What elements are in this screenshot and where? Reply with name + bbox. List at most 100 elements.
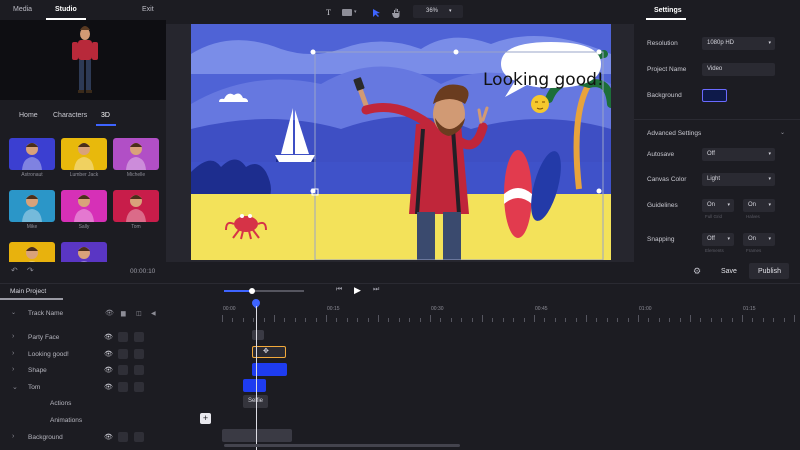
canvas-color-select[interactable]: Light ▾ (702, 173, 775, 186)
ruler-tick-mark (690, 315, 691, 322)
ruler-tick-mark (305, 318, 307, 322)
time-ruler[interactable]: 00:00 00:15 00:30 00:45 01:00 01:15 (222, 306, 795, 326)
track-expand-chevron-icon[interactable]: › (12, 433, 14, 440)
autosave-select[interactable]: Off ▾ (702, 148, 775, 161)
track-name[interactable]: Tom (28, 384, 40, 391)
character-card[interactable] (113, 190, 159, 222)
lock-icon[interactable]: ▆ (121, 310, 126, 317)
ruler-tick-mark (232, 318, 234, 322)
move-handle-icon[interactable]: ✥ (263, 347, 269, 355)
exit-button[interactable]: Exit (142, 6, 154, 13)
looking-good-clip[interactable]: ✥ (252, 346, 286, 358)
redo-icon[interactable]: ↷ (27, 266, 34, 275)
timeline-panel: ↶ ↷ 00:00:10 ⚙ Save Publish Main Project… (0, 262, 800, 450)
audio-icon[interactable]: ◀ (151, 310, 156, 317)
party-face-clip[interactable] (252, 330, 264, 340)
chevron-down-icon: ▾ (768, 202, 771, 208)
track-name[interactable]: Shape (28, 367, 47, 374)
hand-tool-icon[interactable] (392, 8, 401, 18)
collapse-all-chevron-icon[interactable]: ⌄ (11, 309, 16, 316)
tab-studio[interactable]: Studio (55, 6, 77, 13)
project-name-input[interactable]: Video (702, 63, 775, 76)
track-visibility-eye-icon[interactable]: 👁 (104, 383, 113, 391)
track-name[interactable]: Actions (50, 400, 71, 407)
background-clip[interactable] (222, 429, 292, 442)
play-icon[interactable]: ▶ (354, 285, 361, 296)
shape-clip[interactable] (252, 363, 287, 376)
canvas-toolbar: T ▾ 36% ▾ (166, 0, 634, 24)
resolution-select[interactable]: 1080p HD ▾ (702, 37, 775, 50)
guidelines-grid-select[interactable]: On ▾ (702, 199, 734, 212)
scene-canvas[interactable]: Looking good! (191, 24, 611, 260)
select-cursor-icon[interactable] (372, 8, 381, 18)
track-name[interactable]: Party Face (28, 334, 59, 341)
track-expand-chevron-icon[interactable]: › (12, 350, 14, 357)
character-card[interactable] (9, 138, 55, 170)
track-toggle-box[interactable] (118, 332, 128, 342)
track-toggle-box[interactable] (134, 365, 144, 375)
publish-button[interactable]: Publish (749, 263, 789, 279)
track-visibility-eye-icon[interactable]: 👁 (104, 433, 113, 441)
track-expand-chevron-icon[interactable]: ⌄ (12, 383, 18, 391)
gear-icon[interactable]: ⚙ (693, 266, 701, 277)
skip-forward-icon[interactable]: ⏭ (373, 286, 379, 294)
advanced-settings-title[interactable]: Advanced Settings (647, 130, 701, 137)
track-toggle-box[interactable] (118, 365, 128, 375)
ruler-tick-mark (669, 318, 671, 322)
character-card[interactable] (113, 138, 159, 170)
tab-media[interactable]: Media (13, 6, 32, 13)
snapping-frames-value: On (748, 236, 757, 242)
layers-icon[interactable]: ◫ (136, 310, 142, 317)
shape-tool-icon[interactable] (342, 9, 352, 16)
track-visibility-eye-icon[interactable]: 👁 (104, 366, 113, 374)
ruler-tick-mark (658, 318, 660, 322)
ruler-tick-mark (461, 318, 463, 322)
subtab-characters[interactable]: Characters (53, 112, 87, 119)
subtab-home[interactable]: Home (19, 112, 38, 119)
character-card[interactable] (61, 190, 107, 222)
project-name-value: Video (707, 66, 723, 72)
save-button[interactable]: Save (721, 268, 737, 275)
track-toggle-box[interactable] (134, 432, 144, 442)
chevron-down-icon: ▾ (727, 202, 730, 208)
timeline-horizontal-scrollbar[interactable] (224, 444, 460, 447)
track-expand-chevron-icon[interactable]: › (12, 366, 14, 373)
ruler-tick-mark (242, 318, 244, 322)
character-card-label: Astronaut (21, 172, 43, 178)
track-name[interactable]: Looking good! (28, 351, 69, 358)
track-toggle-box[interactable] (118, 349, 128, 359)
track-toggle-box[interactable] (134, 382, 144, 392)
track-name[interactable]: Background (28, 434, 63, 441)
character-thumbnail (22, 143, 42, 170)
character-card[interactable] (61, 138, 107, 170)
ruler-tick-mark (794, 315, 795, 322)
background-color-swatch[interactable] (702, 89, 727, 102)
speech-bubble-text[interactable]: Looking good! (483, 70, 604, 90)
scene-illustration (191, 24, 611, 260)
eye-icon[interactable]: 👁 (105, 309, 114, 317)
track-expand-chevron-icon[interactable]: › (12, 333, 14, 340)
playback-scrub-handle[interactable] (249, 288, 255, 294)
track-toggle-box[interactable] (134, 332, 144, 342)
add-animation-button[interactable]: + (200, 413, 211, 424)
tom-clip[interactable] (243, 379, 266, 392)
track-toggle-box[interactable] (118, 432, 128, 442)
main-project-tab[interactable]: Main Project (10, 288, 46, 295)
skip-back-icon[interactable]: ⏮ (336, 286, 342, 294)
track-visibility-eye-icon[interactable]: 👁 (104, 333, 113, 341)
playhead-line (255, 306, 257, 450)
snapping-elements-select[interactable]: Off ▾ (702, 233, 734, 246)
advanced-collapse-chevron-icon[interactable]: ⌄ (780, 129, 785, 136)
shape-tool-chevron-icon[interactable]: ▾ (354, 9, 357, 15)
character-card[interactable] (9, 190, 55, 222)
track-visibility-eye-icon[interactable]: 👁 (104, 350, 113, 358)
guidelines-halves-select[interactable]: On ▾ (743, 199, 775, 212)
zoom-select[interactable]: 36% ▾ (413, 5, 463, 18)
undo-icon[interactable]: ↶ (11, 266, 18, 275)
snapping-frames-select[interactable]: On ▾ (743, 233, 775, 246)
track-name[interactable]: Animations (50, 417, 82, 424)
track-toggle-box[interactable] (118, 382, 128, 392)
subtab-3d[interactable]: 3D (101, 112, 110, 119)
track-toggle-box[interactable] (134, 349, 144, 359)
text-tool-button[interactable]: T (326, 8, 331, 17)
